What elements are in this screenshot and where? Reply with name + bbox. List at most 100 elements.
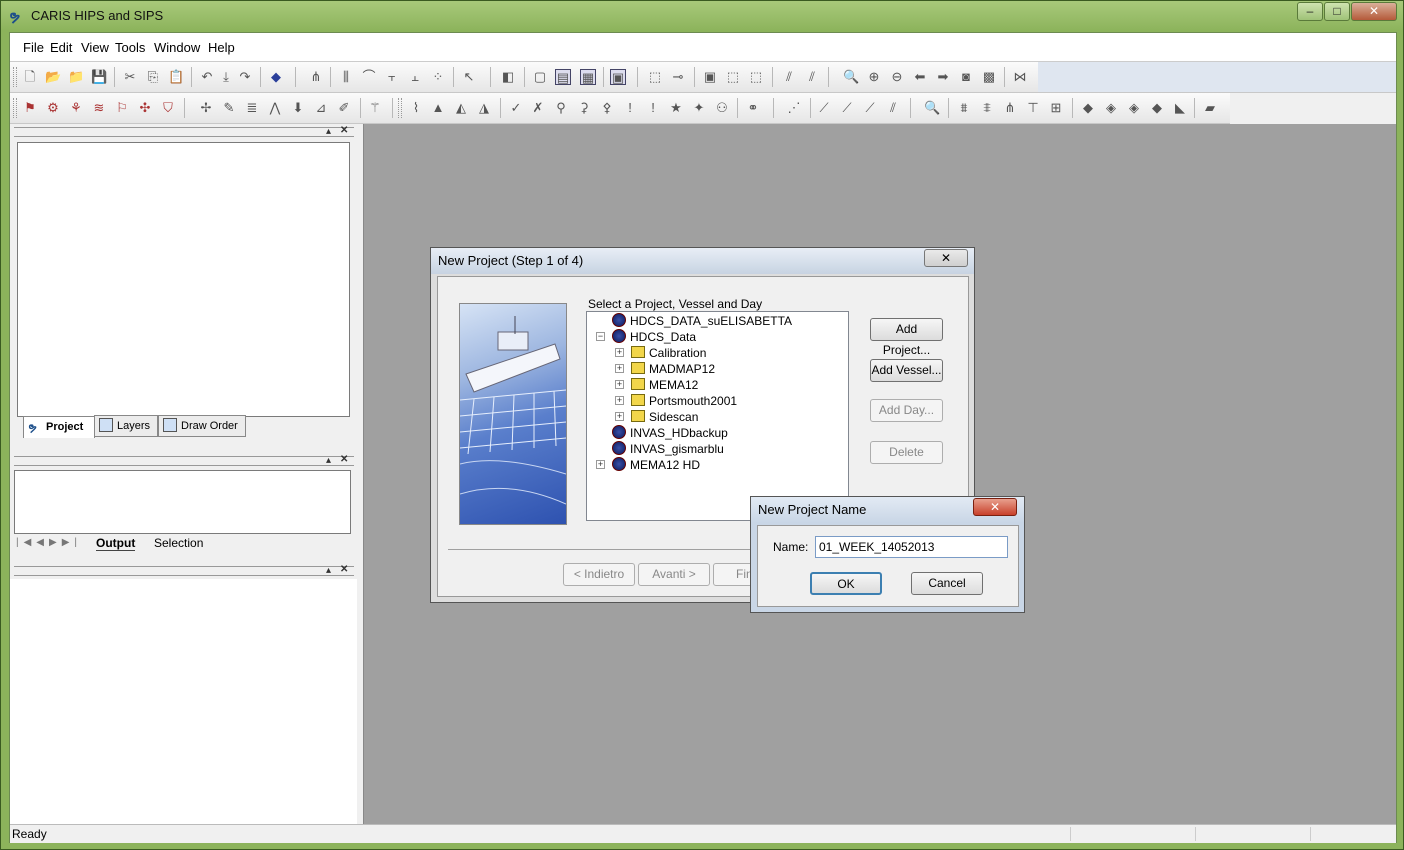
save-icon[interactable]: 💾 [91,69,107,85]
tree-item-project[interactable]: INVAS_HDbackup [612,425,832,441]
wand-icon[interactable]: ⚚ [367,100,383,116]
mountain-icon[interactable]: ◣ [1172,100,1188,116]
scatter-icon[interactable]: ⁘ [430,69,446,85]
menu-window[interactable]: Window [154,40,200,55]
toolbar-grip[interactable] [13,67,17,87]
split-icon[interactable]: ⫟ [384,69,400,85]
graph-icon[interactable]: ⩩ [956,100,972,116]
hatch-area-icon[interactable]: ⫽ [885,100,901,116]
network-icon[interactable]: ⊞ [1048,100,1064,116]
screen-icon[interactable]: ▩ [981,69,997,85]
tab-project[interactable]: ຯ Project [23,416,95,438]
properties-icon[interactable]: ▣ [610,69,626,85]
frame-clear-icon[interactable]: ⬚ [748,69,764,85]
vessel-editor-icon[interactable]: ⚑ [22,100,38,116]
surface-icon[interactable]: ✢ [198,100,214,116]
measure-icon[interactable]: ⋈ [1012,69,1028,85]
open-folder-icon[interactable]: 📂 [45,69,61,85]
dialog-close-button[interactable]: ✕ [924,249,968,267]
accept-icon[interactable]: ✓ [508,100,524,116]
sheet-icon[interactable]: ◆ [1080,100,1096,116]
window-icon[interactable]: ▢ [532,69,548,85]
hatch-alt-icon[interactable]: ⫽ [804,69,820,85]
tide-icon[interactable]: ≋ [91,100,107,116]
curve-icon[interactable]: ⌇ [408,100,424,116]
add-day-button[interactable]: Add Day... [870,399,943,422]
name-dialog-close-button[interactable]: ✕ [973,498,1017,516]
paste-icon[interactable]: 📋 [168,69,184,85]
tab-output[interactable]: Output [96,536,136,551]
pane-float-icon[interactable]: ▴ [326,127,331,137]
reject-icon[interactable]: ✗ [530,100,546,116]
filter-icon[interactable]: ⛉ [160,100,176,116]
cut-icon[interactable]: ✂ [122,69,138,85]
expander-hdcs-data[interactable]: − [596,332,605,341]
next-button[interactable]: Avanti > [638,563,710,586]
copy-icon[interactable]: ⎘ [145,69,161,85]
toolbar-grip[interactable] [398,98,402,118]
tree-item-vessel[interactable]: Sidescan [631,409,831,425]
layer-icon[interactable]: ◧ [500,69,516,85]
magnifier-icon[interactable]: 🔍 [843,69,859,85]
binoculars-icon[interactable]: ⚭ [745,100,761,116]
download-icon[interactable]: ⤓ [218,69,234,85]
nav-first-icon[interactable]: |◀ [16,537,36,548]
line-tool-icon[interactable]: ⌒ [361,69,377,85]
table-icon[interactable]: ▦ [580,69,596,85]
select-box-icon[interactable]: ⬚ [647,69,663,85]
pen-icon[interactable]: ✎ [221,100,237,116]
close-button[interactable]: ✕ [1351,2,1397,21]
expander-madmap12[interactable]: + [615,364,624,373]
triangle-alt-icon[interactable]: ◮ [476,100,492,116]
undo-icon[interactable]: ↶ [199,69,215,85]
flag-clear-icon[interactable]: ⚴ [599,100,615,116]
tpu-icon[interactable]: ✣ [137,100,153,116]
ok-button[interactable]: OK [810,572,882,595]
peak-icon[interactable]: ⋀ [267,100,283,116]
convert-icon[interactable]: ⚙ [45,100,61,116]
pane-float-icon[interactable]: ▴ [326,566,331,576]
flag-accept-icon[interactable]: ⚲ [553,100,569,116]
expander-sidescan[interactable]: + [615,412,624,421]
tree-item-vessel[interactable]: Portsmouth2001 [631,393,831,409]
flag-reject-icon[interactable]: ⚳ [576,100,592,116]
zoom-in-icon[interactable]: ⊕ [866,69,882,85]
sheet-flip-icon[interactable]: ◆ [1149,100,1165,116]
menu-edit[interactable]: Edit [50,40,72,55]
triangle-half-icon[interactable]: ◭ [453,100,469,116]
menu-tools[interactable]: Tools [115,40,145,55]
book-icon[interactable]: ◆ [268,69,284,85]
tree-item-vessel[interactable]: MADMAP12 [631,361,831,377]
tree-icon[interactable]: ⊤ [1025,100,1041,116]
slope-icon[interactable]: ⊿ [313,100,329,116]
brush-icon[interactable]: ✐ [336,100,352,116]
pan-right-icon[interactable]: ➡ [935,69,951,85]
output-panel[interactable] [14,470,351,534]
expander-calibration[interactable]: + [615,348,624,357]
nav-prev-icon[interactable]: ◀ [36,537,49,548]
tree-item-project[interactable]: HDCS_Data [612,329,832,345]
finish-button[interactable]: Fine [713,563,753,586]
hatch-icon[interactable]: ⫽ [781,69,797,85]
new-file-icon[interactable]: 🗋 [22,69,38,85]
branch-icon[interactable]: ⋔ [1002,100,1018,116]
menu-help[interactable]: Help [208,40,235,55]
tree-item-vessel[interactable]: Calibration [631,345,831,361]
add-vessel-button[interactable]: Add Vessel... [870,359,943,382]
toolbar-grip[interactable] [13,98,17,118]
tree-item-project[interactable]: HDCS_DATA_suELISABETTA [612,313,832,329]
tab-draw-order[interactable]: Draw Order [158,415,246,437]
maximize-button[interactable]: □ [1324,2,1350,21]
pane-close-icon[interactable]: ✕ [340,126,348,136]
tab-layers[interactable]: Layers [94,415,158,437]
expander-mema12-hd[interactable]: + [596,460,605,469]
pane-close-icon[interactable]: ✕ [340,455,348,465]
expander-portsmouth2001[interactable]: + [615,396,624,405]
delete-button[interactable]: Delete [870,441,943,464]
merge-icon[interactable]: ⫠ [407,69,423,85]
minimize-button[interactable]: – [1297,2,1323,21]
tab-selection[interactable]: Selection [154,536,203,550]
sheet-stack-icon[interactable]: ◈ [1126,100,1142,116]
add-project-button[interactable]: Add Project... [870,318,943,357]
sheet-alt-icon[interactable]: ◈ [1103,100,1119,116]
